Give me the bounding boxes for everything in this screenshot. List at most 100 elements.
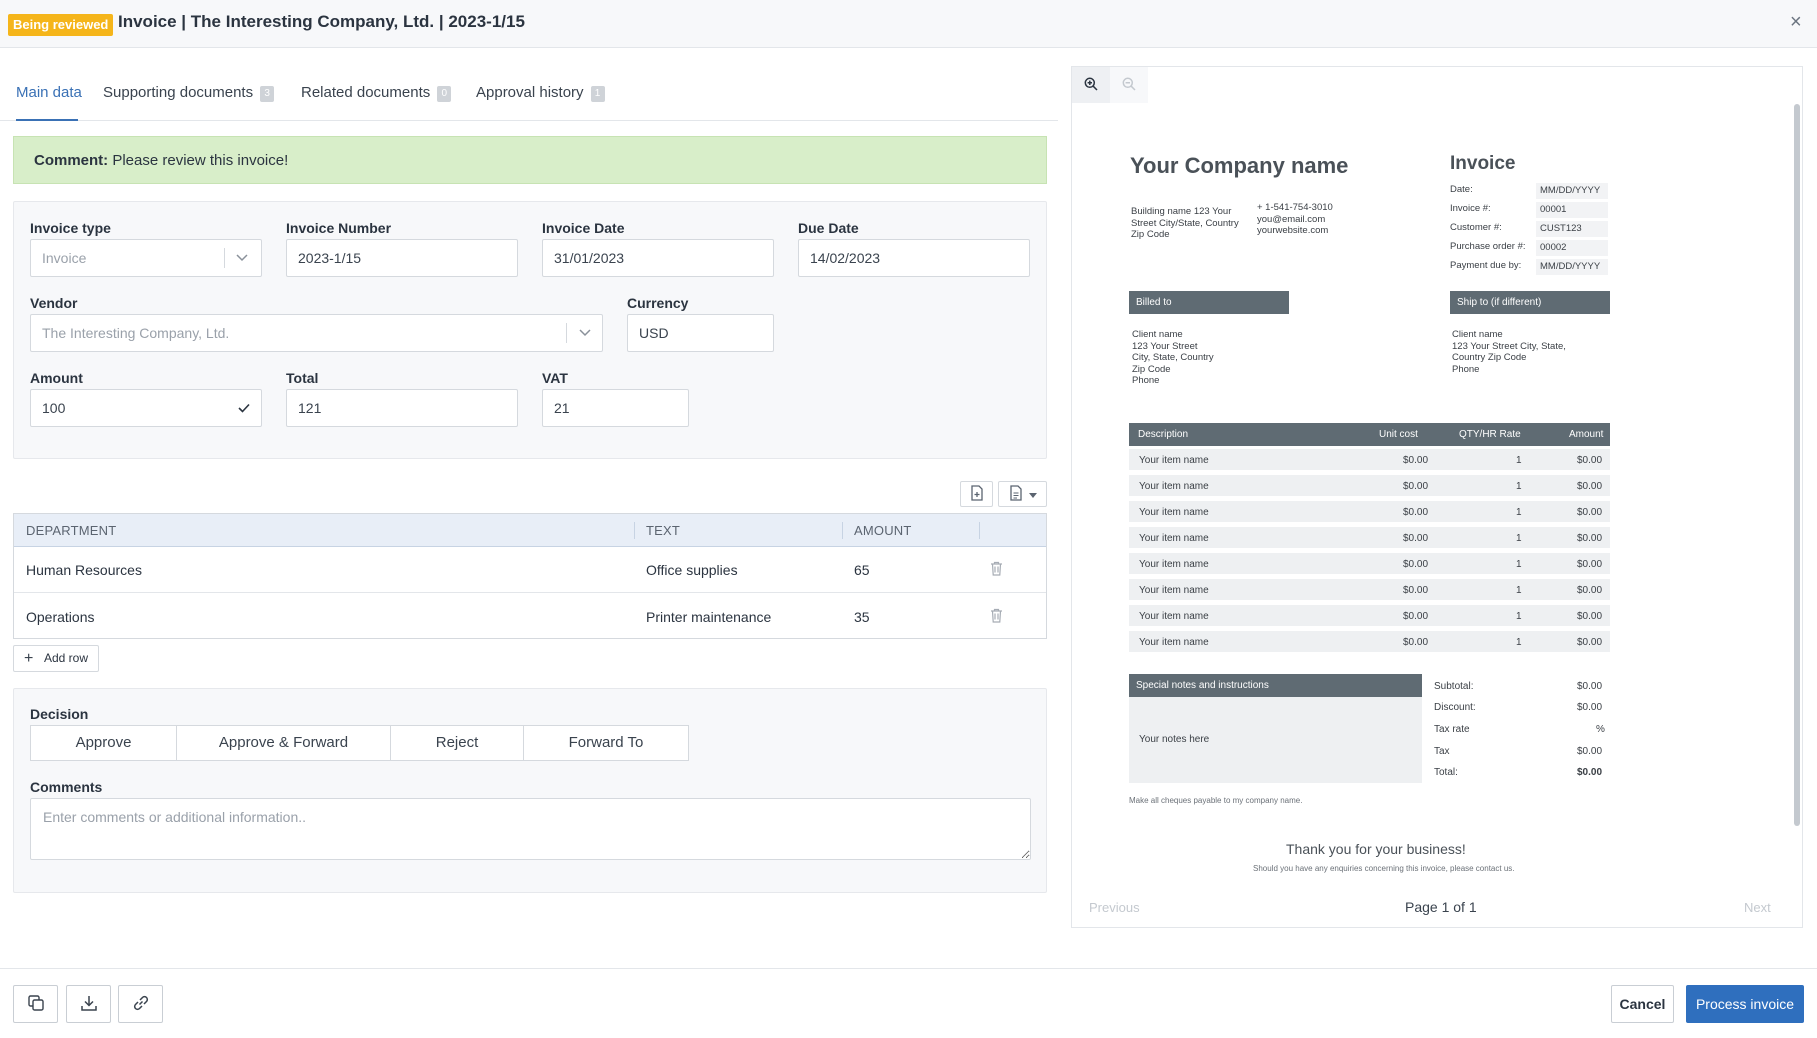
decision-label: Decision [30, 706, 89, 722]
trash-icon[interactable] [990, 608, 1003, 626]
forward-to-button[interactable]: Forward To [523, 725, 689, 761]
invoice-number-label: Invoice Number [286, 220, 392, 236]
pdf-item-qty: 1 [1516, 559, 1522, 570]
allocation-table: DEPARTMENT TEXT AMOUNT Human Resources O… [13, 513, 1047, 639]
download-button[interactable] [66, 985, 111, 1023]
pdf-cheques-note: Make all cheques payable to my company n… [1129, 796, 1303, 805]
pdf-summary-label: Subtotal: [1434, 681, 1474, 692]
table-row[interactable]: Operations Printer maintenance 35 [14, 594, 1046, 640]
pdf-ship-to-block: Client name 123 Your Street City, State,… [1452, 329, 1566, 375]
preview-scrollbar[interactable] [1794, 104, 1800, 826]
cancel-button[interactable]: Cancel [1611, 985, 1674, 1023]
previous-page-button[interactable]: Previous [1089, 900, 1140, 915]
pdf-summary-label: Tax rate [1434, 724, 1470, 735]
pdf-item-amount: $0.00 [1577, 559, 1603, 570]
pdf-contact: + 1-541-754-3010 you@email.com yourwebsi… [1257, 202, 1333, 237]
tab-supporting-documents[interactable]: Supporting documents 3 [103, 84, 275, 102]
copy-button[interactable] [13, 985, 58, 1023]
column-header-amount: AMOUNT [854, 523, 912, 538]
amount-input[interactable]: 100 [30, 389, 262, 427]
pdf-col-qty: QTY/HR Rate [1459, 429, 1521, 440]
pdf-meta-value: 00002 [1536, 240, 1608, 256]
pdf-contact-line: + 1-541-754-3010 [1257, 202, 1333, 213]
caret-down-icon [1028, 486, 1037, 502]
pdf-item-unit: $0.00 [1403, 533, 1429, 544]
comments-textarea[interactable] [30, 798, 1031, 860]
total-label: Total [286, 370, 319, 386]
tab-label: Approval history [476, 84, 584, 101]
cell-amount: 65 [854, 562, 870, 578]
process-invoice-button[interactable]: Process invoice [1686, 985, 1804, 1023]
document-menu-button[interactable] [998, 481, 1047, 507]
vendor-value: The Interesting Company, Ltd. [42, 325, 230, 341]
pdf-item-amount: $0.00 [1577, 611, 1603, 622]
add-row-button[interactable]: + Add row [13, 645, 99, 672]
pdf-billed-line: Client name [1132, 329, 1183, 340]
pdf-notes-text: Your notes here [1139, 734, 1210, 745]
status-badge: Being reviewed [8, 14, 114, 36]
pdf-summary-value: $0.00 [1577, 746, 1603, 757]
pdf-item-qty: 1 [1516, 637, 1522, 648]
pdf-notes-heading: Special notes and instructions [1129, 674, 1422, 697]
vat-input[interactable]: 21 [542, 389, 689, 427]
pdf-contact-line: you@email.com [1257, 213, 1326, 225]
pdf-enquiries: Should you have any enquiries concerning… [1253, 864, 1515, 873]
pdf-item-unit: $0.00 [1403, 481, 1429, 492]
pdf-item-name: Your item name [1139, 533, 1209, 544]
pdf-item-qty: 1 [1516, 507, 1522, 518]
table-row[interactable]: Human Resources Office supplies 65 [14, 547, 1046, 593]
due-date-input[interactable]: 14/02/2023 [798, 239, 1030, 277]
tab-main-data[interactable]: Main data [16, 84, 82, 101]
vendor-select[interactable]: The Interesting Company, Ltd. [30, 314, 603, 352]
cell-text: Office supplies [646, 562, 738, 578]
next-page-button[interactable]: Next [1744, 900, 1771, 915]
pdf-item-amount: $0.00 [1577, 637, 1603, 648]
link-icon [131, 994, 151, 1015]
cell-amount: 35 [854, 609, 870, 625]
reject-button[interactable]: Reject [390, 725, 524, 761]
file-text-icon [1009, 484, 1023, 504]
tab-count-badge: 0 [437, 86, 452, 102]
modal-header: Being reviewed Invoice | The Interesting… [0, 0, 1817, 48]
chevron-down-icon [579, 315, 591, 365]
total-input[interactable]: 121 [286, 389, 518, 427]
pdf-billed-line: City, State, Country [1132, 352, 1214, 363]
pdf-billed-to-block: Client name 123 Your Street City, State,… [1132, 329, 1214, 387]
pdf-summary-label: Discount: [1434, 702, 1476, 713]
pdf-address-line: Building name 123 Your [1131, 206, 1232, 217]
pdf-item-row: Your item name $0.00 1 $0.00 [1129, 475, 1610, 498]
pdf-ship-line: Client name [1452, 329, 1503, 340]
pdf-ship-to-heading: Ship to (if different) [1450, 291, 1610, 314]
close-icon[interactable]: × [1790, 10, 1802, 34]
pdf-item-row: Your item name $0.00 1 $0.00 [1129, 579, 1610, 602]
approve-button[interactable]: Approve [30, 725, 177, 761]
comment-label: Comment: [34, 152, 109, 169]
tab-approval-history[interactable]: Approval history 1 [476, 84, 605, 102]
currency-input[interactable]: USD [627, 314, 774, 352]
invoice-type-select[interactable]: Invoice [30, 239, 262, 277]
approve-forward-button[interactable]: Approve & Forward [176, 725, 391, 761]
active-tab-indicator [16, 119, 78, 121]
invoice-type-value: Invoice [42, 250, 87, 266]
pdf-item-row: Your item name $0.00 1 $0.00 [1129, 527, 1610, 550]
tab-related-documents[interactable]: Related documents 0 [301, 84, 452, 102]
currency-label: Currency [627, 295, 689, 311]
pdf-summary-value: $0.00 [1577, 681, 1603, 692]
add-document-button[interactable] [960, 481, 993, 507]
pdf-item-unit: $0.00 [1403, 507, 1429, 518]
trash-icon[interactable] [990, 561, 1003, 579]
table-header: DEPARTMENT TEXT AMOUNT [14, 514, 1046, 547]
pdf-item-name: Your item name [1139, 611, 1209, 622]
pdf-address: Building name 123 Your Street City/State… [1131, 206, 1239, 241]
pdf-item-name: Your item name [1139, 481, 1209, 492]
link-button[interactable] [118, 985, 163, 1023]
pdf-item-name: Your item name [1139, 559, 1209, 570]
due-date-label: Due Date [798, 220, 859, 236]
pdf-meta-label: Payment due by: [1450, 260, 1522, 271]
invoice-number-input[interactable]: 2023-1/15 [286, 239, 518, 277]
column-header-text: TEXT [646, 523, 681, 538]
pdf-summary-label: Total: [1434, 767, 1458, 778]
pdf-item-unit: $0.00 [1403, 611, 1429, 622]
invoice-date-input[interactable]: 31/01/2023 [542, 239, 774, 277]
comment-text: Please review this invoice! [112, 152, 289, 169]
